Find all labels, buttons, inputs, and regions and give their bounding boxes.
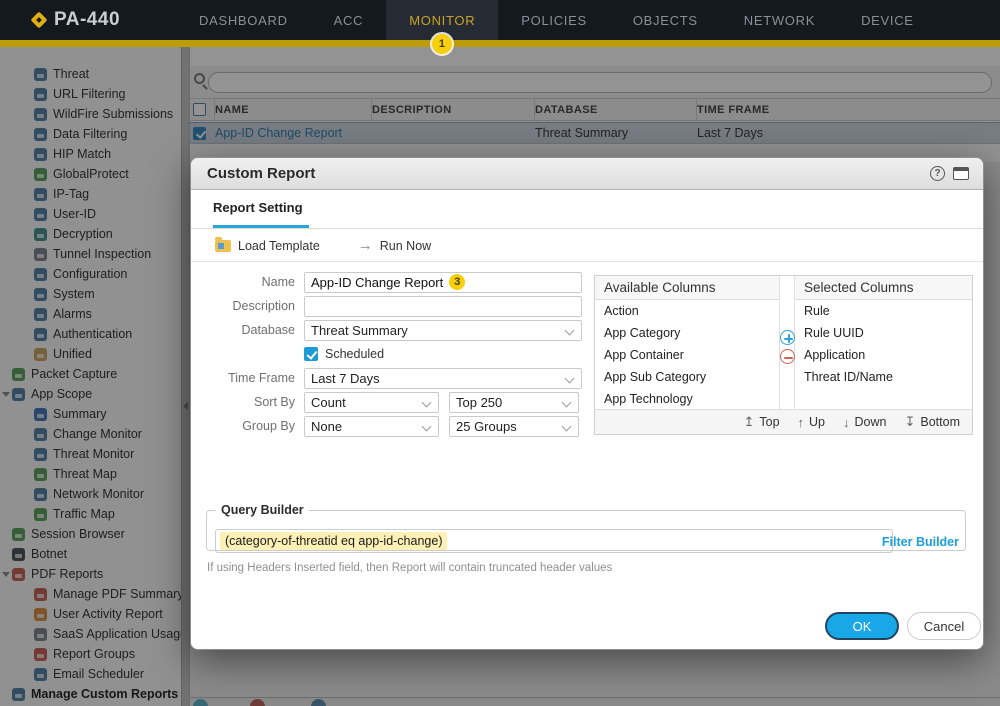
- filter-builder-link[interactable]: Filter Builder: [882, 535, 959, 549]
- help-icon[interactable]: ?: [930, 166, 945, 181]
- top-nav: PA-440 DASHBOARD ACC MONITOR 1 POLICIES …: [0, 0, 1000, 40]
- move-button[interactable]: ↓ Down: [843, 415, 886, 430]
- nav-tab-label: DEVICE: [861, 13, 914, 28]
- custom-report-dialog: Custom Report ? Report Setting Load Temp…: [190, 157, 984, 650]
- name-field[interactable]: App-ID Change Report 3: [304, 272, 582, 293]
- sort-by-top-select[interactable]: Top 250: [449, 392, 579, 413]
- selected-columns-title: Selected Columns: [795, 276, 972, 300]
- pan-logo-icon: [31, 12, 48, 29]
- accent-bar: [0, 40, 1000, 47]
- move-arrow-icon: ↓: [843, 415, 850, 430]
- dialog-toolbar: Load Template → Run Now: [191, 230, 983, 262]
- scheduled-checkbox[interactable]: [304, 347, 318, 361]
- brand-name: PA-440: [54, 9, 120, 31]
- available-column-item[interactable]: App Sub Category: [595, 366, 779, 388]
- available-columns-title: Available Columns: [595, 276, 779, 300]
- nav-tab[interactable]: POLICIES: [498, 0, 610, 40]
- add-column-icon[interactable]: [780, 330, 795, 345]
- available-column-item[interactable]: App Technology: [595, 388, 779, 410]
- nav-tabs: DASHBOARD ACC MONITOR 1 POLICIES OBJECTS…: [176, 0, 937, 40]
- group-by-groups-select[interactable]: 25 Groups: [449, 416, 579, 437]
- move-button-label: Down: [855, 415, 887, 429]
- database-select[interactable]: Threat Summary: [304, 320, 582, 341]
- database-label: Database: [203, 323, 304, 337]
- group-by-value: None: [311, 419, 342, 434]
- ok-button[interactable]: OK: [825, 612, 899, 640]
- brand: PA-440: [33, 9, 120, 31]
- sort-by-label: Sort By: [203, 395, 304, 409]
- run-now-icon: →: [358, 237, 373, 254]
- move-arrow-icon: ↧: [904, 414, 915, 430]
- move-toolbar: ↥ Top ↑ Up ↓ Down ↧ Bottom: [595, 409, 972, 434]
- window-icon[interactable]: [953, 167, 969, 180]
- available-column-item[interactable]: Action: [595, 300, 779, 322]
- nav-tab-label: POLICIES: [521, 13, 587, 28]
- group-by-label: Group By: [203, 419, 304, 433]
- move-button-label: Top: [759, 415, 779, 429]
- group-by-groups-value: 25 Groups: [456, 419, 517, 434]
- move-button-label: Bottom: [920, 415, 960, 429]
- nav-tab[interactable]: NETWORK: [721, 0, 838, 40]
- name-value: App-ID Change Report: [311, 275, 443, 290]
- move-button[interactable]: ↥ Top: [743, 414, 779, 430]
- move-button-label: Up: [809, 415, 825, 429]
- nav-tab-label: OBJECTS: [633, 13, 698, 28]
- move-arrow-icon: ↑: [798, 415, 805, 430]
- description-label: Description: [203, 299, 304, 313]
- nav-tab[interactable]: MONITOR 1: [386, 0, 498, 40]
- time-frame-value: Last 7 Days: [311, 371, 380, 386]
- columns-widget: Available Columns ActionApp CategoryApp …: [594, 275, 973, 435]
- move-button[interactable]: ↑ Up: [798, 415, 825, 430]
- tab-report-setting[interactable]: Report Setting: [213, 200, 309, 228]
- step-badge-3: 3: [449, 274, 465, 290]
- remove-column-icon[interactable]: [780, 349, 795, 364]
- nav-tab-label: DASHBOARD: [199, 13, 288, 28]
- available-column-item[interactable]: App Container: [595, 344, 779, 366]
- selected-column-item[interactable]: Rule: [795, 300, 972, 322]
- headers-note: If using Headers Inserted field, then Re…: [207, 562, 612, 574]
- selected-column-item[interactable]: Threat ID/Name: [795, 366, 972, 388]
- nav-tab[interactable]: OBJECTS: [610, 0, 721, 40]
- query-input[interactable]: (category-of-threatid eq app-id-change): [215, 529, 893, 553]
- selected-column-item[interactable]: Application: [795, 344, 972, 366]
- dialog-header: Custom Report ?: [191, 158, 983, 190]
- move-button[interactable]: ↧ Bottom: [904, 414, 960, 430]
- group-by-select[interactable]: None: [304, 416, 439, 437]
- run-now-label: Run Now: [380, 239, 431, 253]
- load-template-icon: [215, 240, 231, 252]
- run-now-button[interactable]: → Run Now: [358, 237, 431, 254]
- description-field[interactable]: [304, 296, 582, 317]
- load-template-label: Load Template: [238, 239, 320, 253]
- available-column-item[interactable]: App Category: [595, 322, 779, 344]
- nav-tab[interactable]: ACC: [311, 0, 387, 40]
- time-frame-select[interactable]: Last 7 Days: [304, 368, 582, 389]
- nav-tab-label: ACC: [334, 13, 364, 28]
- database-value: Threat Summary: [311, 323, 408, 338]
- dialog-title: Custom Report: [207, 165, 315, 182]
- sort-by-top-value: Top 250: [456, 395, 502, 410]
- cancel-button[interactable]: Cancel: [907, 612, 981, 640]
- query-builder-legend: Query Builder: [216, 503, 309, 517]
- name-label: Name: [203, 275, 304, 289]
- nav-tab-label: MONITOR: [409, 13, 475, 28]
- report-form: Name App-ID Change Report 3 Description …: [203, 270, 595, 438]
- scheduled-label: Scheduled: [325, 347, 384, 361]
- query-text: (category-of-threatid eq app-id-change): [220, 532, 447, 550]
- time-frame-label: Time Frame: [203, 371, 304, 385]
- sort-by-select[interactable]: Count: [304, 392, 439, 413]
- nav-tab[interactable]: DEVICE: [838, 0, 937, 40]
- sort-by-value: Count: [311, 395, 346, 410]
- query-builder-section: Query Builder (category-of-threatid eq a…: [206, 503, 966, 551]
- load-template-button[interactable]: Load Template: [215, 239, 320, 253]
- nav-tab-label: NETWORK: [744, 13, 815, 28]
- move-arrow-icon: ↥: [743, 414, 754, 430]
- nav-tab[interactable]: DASHBOARD: [176, 0, 311, 40]
- selected-column-item[interactable]: Rule UUID: [795, 322, 972, 344]
